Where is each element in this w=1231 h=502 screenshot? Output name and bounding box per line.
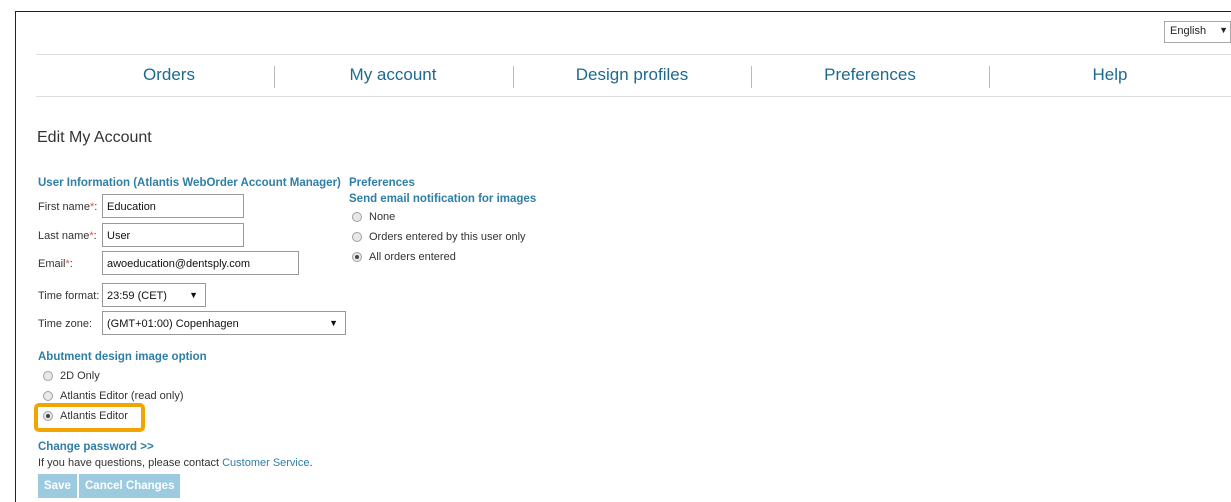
abutment-heading: Abutment design image option: [38, 351, 207, 363]
cancel-changes-button[interactable]: Cancel Changes: [79, 474, 181, 498]
nav-separator: [751, 66, 752, 88]
time-zone-value: (GMT+01:00) Copenhagen: [107, 318, 239, 330]
language-value: English: [1170, 25, 1207, 37]
time-format-label: Time format:: [38, 290, 100, 302]
first-name-label: First name*:: [38, 201, 98, 213]
last-name-label: Last name*:: [38, 230, 97, 242]
nav-bottom-divider: [36, 96, 1231, 97]
preferences-heading: Preferences: [349, 177, 415, 189]
customer-service-link[interactable]: Customer Service: [222, 457, 309, 469]
abutment-option-label: 2D Only: [60, 370, 100, 382]
radio-selected-icon[interactable]: [352, 252, 362, 262]
contact-text: If you have questions, please contact Cu…: [38, 457, 313, 469]
time-format-value: 23:59 (CET): [107, 290, 167, 302]
save-button[interactable]: Save: [38, 474, 77, 498]
email-label: Email*:: [38, 258, 73, 270]
user-info-heading: User Information (Atlantis WebOrder Acco…: [38, 177, 341, 189]
nav-preferences[interactable]: Preferences: [800, 65, 940, 85]
first-name-field[interactable]: Education: [102, 194, 244, 218]
highlight-box: [34, 403, 145, 432]
radio-icon[interactable]: [43, 371, 53, 381]
time-zone-label: Time zone:: [38, 318, 93, 330]
time-zone-select[interactable]: (GMT+01:00) Copenhagen ▼: [102, 311, 346, 335]
abutment-option-editor-readonly[interactable]: Atlantis Editor (read only): [43, 390, 184, 402]
last-name-field[interactable]: User: [102, 223, 244, 247]
nav-separator: [989, 66, 990, 88]
nav-separator: [513, 66, 514, 88]
pref-option-label: Orders entered by this user only: [369, 231, 526, 243]
time-format-select[interactable]: 23:59 (CET) ▼: [102, 283, 206, 307]
email-notification-heading: Send email notification for images: [349, 193, 537, 205]
dropdown-arrow-icon: ▼: [1219, 25, 1228, 35]
abutment-option-label: Atlantis Editor (read only): [60, 390, 184, 402]
nav-orders[interactable]: Orders: [109, 65, 229, 85]
pref-option-label: None: [369, 211, 396, 223]
change-password-link[interactable]: Change password >>: [38, 441, 154, 453]
nav-design-profiles[interactable]: Design profiles: [557, 65, 707, 85]
nav-top-divider: [36, 54, 1231, 55]
radio-icon[interactable]: [352, 212, 362, 222]
radio-icon[interactable]: [352, 232, 362, 242]
page-title: Edit My Account: [37, 129, 152, 146]
nav-separator: [274, 66, 275, 88]
nav-help[interactable]: Help: [1060, 65, 1160, 85]
pref-option-all-orders[interactable]: All orders entered: [352, 251, 456, 263]
radio-icon[interactable]: [43, 391, 53, 401]
dropdown-arrow-icon: ▼: [189, 290, 198, 300]
abutment-option-2d[interactable]: 2D Only: [43, 370, 100, 382]
pref-option-label: All orders entered: [369, 251, 456, 263]
pref-option-this-user[interactable]: Orders entered by this user only: [352, 231, 526, 243]
nav-my-account[interactable]: My account: [323, 65, 463, 85]
language-select[interactable]: English ▼: [1164, 21, 1231, 43]
pref-option-none[interactable]: None: [352, 211, 395, 223]
dropdown-arrow-icon: ▼: [329, 318, 338, 328]
email-field[interactable]: awoeducation@dentsply.com: [102, 251, 299, 275]
